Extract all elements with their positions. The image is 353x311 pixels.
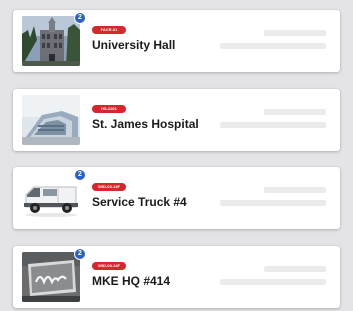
headquarters-sign-photo bbox=[22, 252, 80, 302]
van-photo bbox=[22, 173, 80, 223]
placeholder-line bbox=[220, 279, 326, 285]
count-badge: 2 bbox=[75, 13, 85, 23]
count-badge: 2 bbox=[75, 249, 85, 259]
count-badge: 2 bbox=[75, 170, 85, 180]
placeholder-line bbox=[264, 187, 326, 193]
placeholder-line bbox=[264, 30, 326, 36]
asset-tag: WID-03-14F bbox=[92, 262, 126, 270]
asset-tag: WID-03-14F bbox=[92, 183, 126, 191]
asset-tag: HS-2201 bbox=[92, 105, 126, 113]
asset-tag: FACR-01 bbox=[92, 26, 126, 34]
hospital-photo bbox=[22, 95, 80, 145]
item-title: Service Truck #4 bbox=[92, 195, 187, 209]
list-item-service-truck-4[interactable]: 2 WID-03-14F Service Truck #4 bbox=[13, 167, 340, 229]
placeholder-line bbox=[220, 200, 326, 206]
list-item-university-hall[interactable]: 2 FACR-01 University Hall bbox=[13, 10, 340, 72]
building-photo bbox=[22, 16, 80, 66]
placeholder-line bbox=[264, 109, 326, 115]
placeholder-line bbox=[264, 266, 326, 272]
placeholder-line bbox=[220, 43, 326, 49]
list-item-mke-hq-414[interactable]: 2 WID-03-14F MKE HQ #414 bbox=[13, 246, 340, 308]
item-title: University Hall bbox=[92, 38, 176, 52]
item-title: MKE HQ #414 bbox=[92, 274, 171, 288]
list-item-st-james-hospital[interactable]: HS-2201 St. James Hospital bbox=[13, 89, 340, 151]
placeholder-line bbox=[220, 122, 326, 128]
item-title: St. James Hospital bbox=[92, 117, 199, 131]
